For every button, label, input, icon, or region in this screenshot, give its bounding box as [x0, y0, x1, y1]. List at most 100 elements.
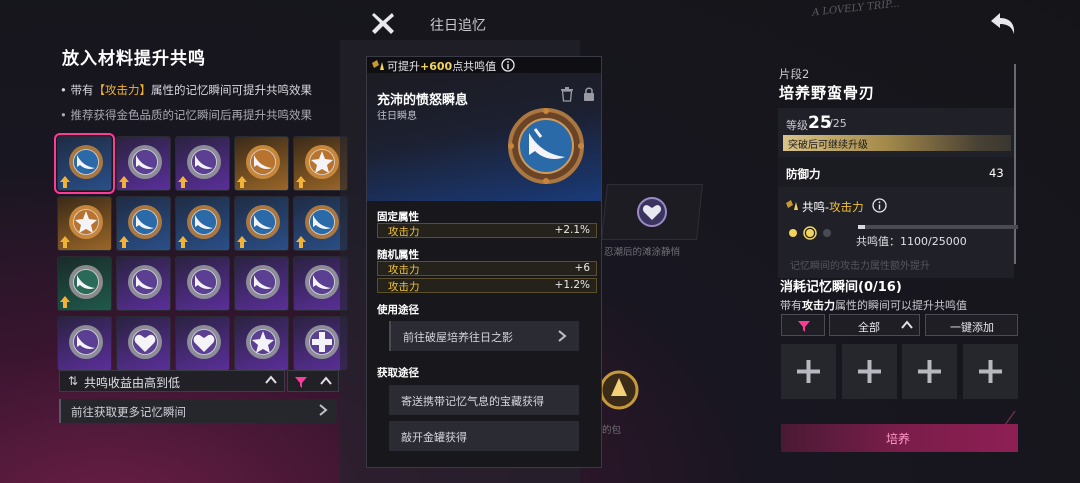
get-more-label: 前往获取更多记忆瞬间 — [71, 405, 186, 419]
attr-name: 攻击力 — [388, 226, 420, 238]
close-icon — [372, 13, 394, 34]
material-slot[interactable] — [842, 344, 897, 399]
memory-item[interactable] — [57, 316, 112, 371]
usage-link-button[interactable]: 前往破屋培养往日之影 — [389, 321, 579, 351]
attr-value: +1.2% — [554, 279, 590, 291]
item-subtitle: 往日瞬息 — [377, 111, 417, 122]
usage-title: 使用途径 — [377, 304, 419, 316]
sword-icon — [187, 205, 221, 239]
upgrade-arrow-icon — [296, 176, 306, 188]
info-icon[interactable] — [872, 198, 887, 213]
sword-icon — [69, 265, 103, 299]
memory-item[interactable] — [175, 256, 230, 311]
upgrade-arrow-icon — [60, 236, 70, 248]
gain-prefix: 可提升 — [387, 60, 420, 73]
memory-item[interactable] — [234, 136, 289, 191]
upgrade-arrow-icon — [237, 176, 247, 188]
attr-name: 攻击力 — [388, 281, 420, 293]
random-attrs-title: 随机属性 — [377, 249, 419, 261]
memory-item[interactable] — [116, 196, 171, 251]
page-title: 往日追忆 — [430, 18, 486, 34]
info-icon[interactable] — [501, 58, 515, 72]
trash-icon[interactable] — [560, 86, 574, 102]
defense-label: 防御力 — [786, 167, 821, 181]
source-label: 寄送携带记忆气息的宝藏获得 — [401, 395, 544, 408]
heart-icon — [128, 325, 162, 359]
hint-highlight: 【攻击力】 — [93, 83, 151, 97]
consume-prefix: 带有 — [780, 299, 802, 312]
sword-icon — [246, 145, 280, 179]
fixed-attr-row: 攻击力 +2.1% — [377, 223, 597, 238]
resonance-gain-bar: 可提升+600点共鸣值 — [367, 57, 601, 73]
memory-item[interactable] — [116, 316, 171, 371]
memory-item[interactable] — [175, 136, 230, 191]
memory-item[interactable] — [116, 136, 171, 191]
gain-value: +600 — [420, 60, 453, 73]
sword-icon — [187, 265, 221, 299]
sort-dropdown[interactable]: ⇅ 共鸣收益由高到低 — [59, 370, 285, 392]
sword-emblem-icon — [508, 108, 584, 184]
background-graffiti: A LOVELY TRIP... — [811, 0, 901, 19]
back-button[interactable] — [988, 10, 1020, 38]
get-more-memories-link[interactable]: 前往获取更多记忆瞬间 — [59, 399, 337, 423]
attr-value: +6 — [574, 262, 590, 274]
material-slot[interactable] — [781, 344, 836, 399]
fragment-label: 片段2 — [779, 67, 810, 81]
sword-icon — [305, 205, 339, 239]
close-button[interactable] — [368, 8, 398, 38]
upgrade-arrow-icon — [119, 236, 129, 248]
consume-filter-button[interactable] — [781, 314, 825, 336]
level-max: /25 — [829, 117, 847, 130]
consume-stat: 攻击力 — [802, 299, 835, 312]
memory-item-selected[interactable] — [54, 133, 115, 194]
breakthrough-banner: 突破后可继续升级 — [783, 135, 1011, 151]
memory-item[interactable] — [234, 196, 289, 251]
resonance-value: 共鸣值：1100/25000 — [856, 235, 967, 248]
resonance-coin-icon — [786, 200, 798, 210]
upgrade-arrow-icon — [178, 236, 188, 248]
defense-value: 43 — [989, 166, 1004, 180]
memory-item[interactable] — [234, 316, 289, 371]
upgrade-arrow-icon — [237, 236, 247, 248]
sword-icon — [246, 265, 280, 299]
sort-icon: ⇅ — [68, 374, 79, 388]
lock-icon[interactable] — [582, 86, 596, 102]
memory-item[interactable] — [116, 256, 171, 311]
star-icon — [246, 325, 280, 359]
filter-dropdown[interactable] — [287, 370, 339, 392]
target-name: 培养野蛮骨刃 — [779, 84, 876, 102]
usage-link-label: 前往破屋培养往日之影 — [403, 331, 513, 344]
back-arrow-icon — [991, 13, 1015, 34]
train-button[interactable]: 培养 — [781, 424, 1018, 452]
auto-add-button[interactable]: 一键添加 — [925, 314, 1018, 336]
sword-icon — [69, 145, 103, 179]
sword-icon — [305, 265, 339, 299]
memory-item[interactable] — [175, 196, 230, 251]
sword-icon — [187, 145, 221, 179]
source-button-1[interactable]: 寄送携带记忆气息的宝藏获得 — [389, 385, 579, 415]
memory-item[interactable] — [57, 196, 112, 251]
chevron-up-icon — [265, 375, 277, 384]
memory-item[interactable] — [57, 256, 112, 311]
random-attr-row: 攻击力 +1.2% — [377, 278, 597, 293]
consume-note: 带有攻击力属性的瞬间可以提升共鸣值 — [780, 297, 967, 313]
level-label: 等级 — [786, 119, 808, 132]
breakthrough-text: 突破后可继续升级 — [788, 140, 868, 151]
hint-text: 推荐获得金色品质的记忆瞬间后再提升共鸣效果 — [70, 108, 312, 122]
resonance-stage-dots — [789, 226, 831, 240]
plus-icon — [305, 325, 339, 359]
material-slot[interactable] — [963, 344, 1018, 399]
consume-rarity-select[interactable]: 全部 — [829, 314, 920, 336]
consume-suffix: 属性的瞬间可以提升共鸣值 — [835, 299, 967, 312]
memory-item[interactable] — [234, 256, 289, 311]
upgrade-arrow-icon — [60, 296, 70, 308]
sword-icon — [69, 325, 103, 359]
upgrade-arrow-icon — [296, 236, 306, 248]
gold-emblem-icon — [599, 370, 639, 410]
filter-icon — [798, 321, 810, 332]
source-title: 获取途径 — [377, 367, 419, 379]
chevron-up-icon — [901, 320, 913, 329]
material-slot[interactable] — [902, 344, 957, 399]
memory-item[interactable] — [175, 316, 230, 371]
source-button-2[interactable]: 敲开金罐获得 — [389, 421, 579, 451]
